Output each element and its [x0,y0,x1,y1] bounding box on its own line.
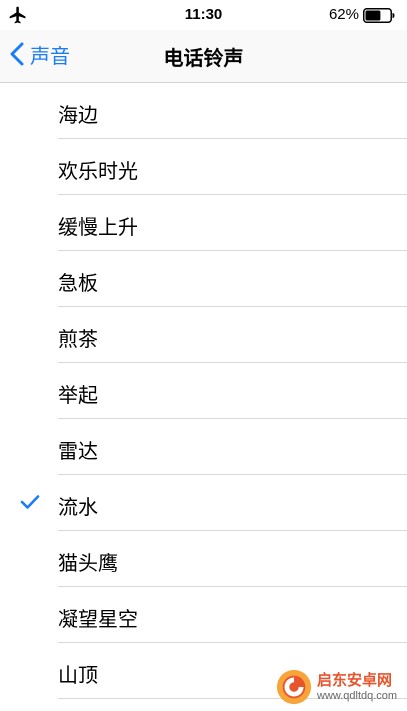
ringtone-label: 欢乐时光 [58,159,138,183]
ringtone-item[interactable]: 山顶 [0,643,407,699]
battery-icon [363,8,395,23]
ringtone-list: 海边欢乐时光缓慢上升急板煎茶举起雷达流水猫头鹰凝望星空山顶 [0,83,407,699]
ringtone-label: 猫头鹰 [58,551,118,575]
ringtone-item[interactable]: 雷达 [0,419,407,475]
ringtone-item[interactable]: 举起 [0,363,407,419]
ringtone-label: 雷达 [58,439,98,463]
ringtone-item[interactable]: 凝望星空 [0,587,407,643]
ringtone-label: 海边 [58,103,98,127]
ringtone-label: 流水 [58,495,98,519]
ringtone-item[interactable]: 猫头鹰 [0,531,407,587]
ringtone-item[interactable]: 流水 [0,475,407,531]
ringtone-item[interactable]: 急板 [0,251,407,307]
ringtone-screen: 11:30 62% 声音 电话铃声 海边欢乐时光缓慢上升急板煎茶举起雷达流水猫头… [0,0,407,711]
battery-percentage: 62% [328,6,359,23]
page-title: 电话铃声 [163,46,244,70]
ringtone-label: 山顶 [58,663,98,687]
navigation-bar: 声音 电话铃声 [0,30,407,83]
ringtone-label: 煎茶 [58,327,98,351]
checkmark-icon [20,495,40,509]
ringtone-item[interactable]: 欢乐时光 [0,139,407,195]
row-separator [58,698,407,699]
status-bar: 11:30 62% [0,0,407,30]
ringtone-label: 举起 [58,383,98,407]
ringtone-label: 缓慢上升 [58,215,138,239]
ringtone-label: 凝望星空 [58,607,138,631]
ringtone-item[interactable]: 缓慢上升 [0,195,407,251]
ringtone-label: 急板 [58,271,98,295]
ringtone-item[interactable]: 海边 [0,83,407,139]
ringtone-item[interactable]: 煎茶 [0,307,407,363]
